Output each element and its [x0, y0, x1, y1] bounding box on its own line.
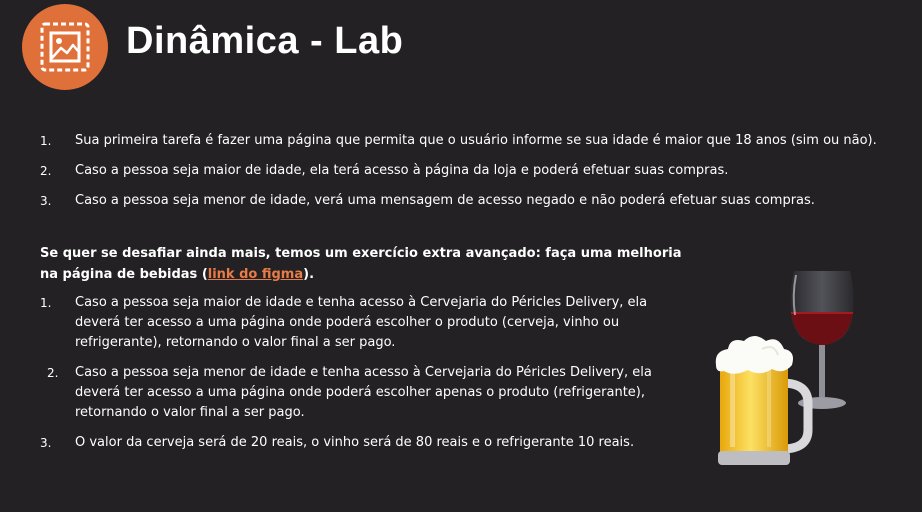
list-text: Caso a pessoa seja menor de idade, verá …: [75, 193, 815, 208]
list-text: O valor da cerveja será de 20 reais, o v…: [75, 435, 635, 450]
list-text: Sua primeira tarefa é fazer uma página q…: [75, 133, 877, 148]
header-icon-badge: [22, 4, 108, 90]
page-title: Dinâmica - Lab: [126, 20, 404, 62]
list-text: Caso a pessoa seja menor de idade e tenh…: [75, 365, 652, 420]
list-item: 1. Caso a pessoa seja maior de idade e t…: [40, 293, 670, 353]
list-number: 3.: [40, 436, 52, 450]
list-number: 3.: [40, 194, 52, 208]
list-item: 2. Caso a pessoa seja menor de idade e t…: [40, 363, 670, 423]
extra-task-list: 1. Caso a pessoa seja maior de idade e t…: [40, 293, 670, 463]
list-number: 1.: [40, 296, 52, 310]
drinks-illustration: [715, 271, 854, 465]
list-number: 2.: [40, 164, 52, 178]
list-item: 3. Caso a pessoa seja menor de idade, ve…: [40, 191, 910, 221]
list-text: Caso a pessoa seja maior de idade e tenh…: [75, 295, 648, 350]
list-item: 2. Caso a pessoa seja maior de idade, el…: [40, 161, 910, 191]
challenge-text-start: Se quer se desafiar ainda mais, temos um…: [40, 246, 682, 282]
list-text: Caso a pessoa seja maior de idade, ela t…: [75, 163, 729, 178]
challenge-text-end: ).: [303, 267, 315, 282]
framed-picture-icon: [40, 22, 90, 72]
list-item: 1. Sua primeira tarefa é fazer uma págin…: [40, 131, 910, 161]
beer-mug-icon: [715, 336, 813, 465]
list-number: 2.: [47, 366, 59, 380]
task-list: 1. Sua primeira tarefa é fazer uma págin…: [40, 131, 910, 221]
list-item: 3. O valor da cerveja será de 20 reais, …: [40, 433, 670, 453]
challenge-text: Se quer se desafiar ainda mais, temos um…: [40, 243, 690, 285]
figma-link[interactable]: link do figma: [208, 267, 303, 282]
list-number: 1.: [40, 134, 52, 148]
